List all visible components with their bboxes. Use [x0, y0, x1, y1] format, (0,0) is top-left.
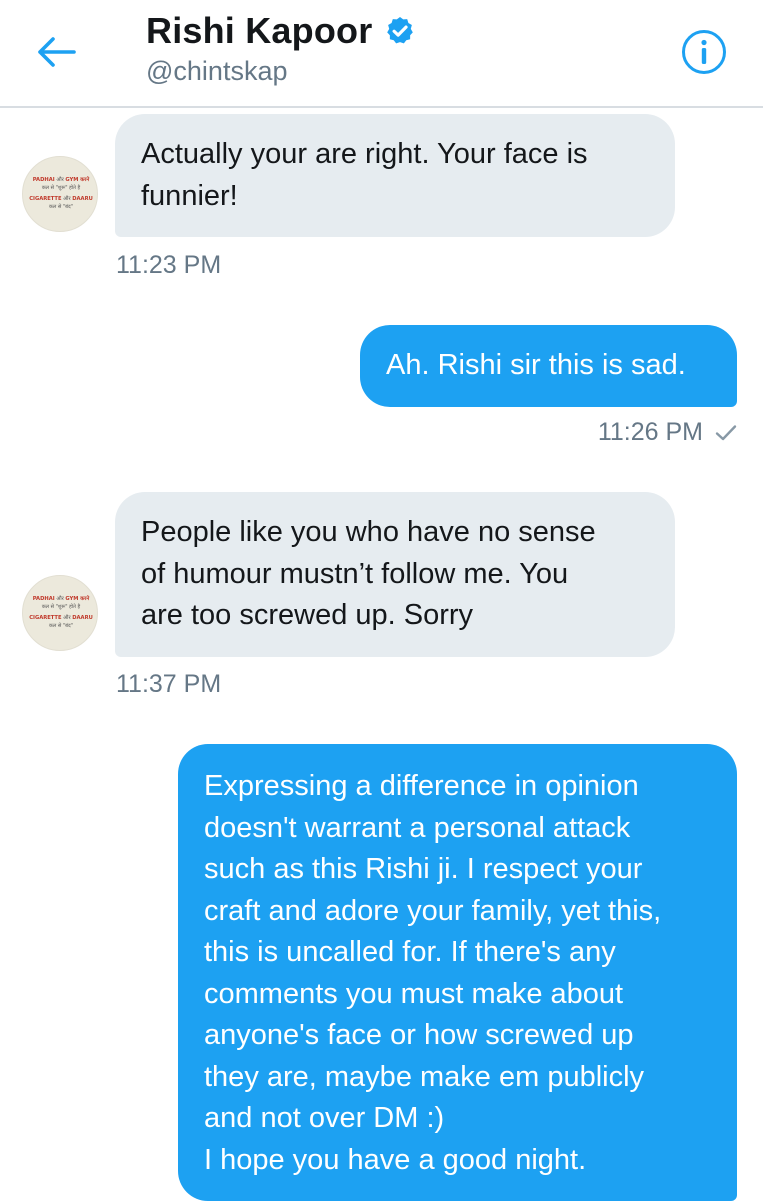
avatar-text: PADHAI — [33, 596, 55, 602]
avatar-text: और — [55, 595, 66, 602]
back-button[interactable] — [28, 24, 84, 80]
verified-badge-icon — [387, 17, 414, 44]
arrow-left-icon — [38, 37, 76, 67]
conversation-info-button[interactable] — [680, 28, 728, 76]
avatar-text: PADHAI — [33, 177, 55, 183]
conversation-title[interactable]: Rishi Kapoor @chintskap — [146, 10, 416, 87]
avatar-text: कल से "शुरू" होते है — [42, 184, 81, 191]
message-timestamp: 11:37 PM — [116, 670, 221, 699]
timestamp-text: 11:23 PM — [116, 251, 222, 279]
avatar-text: CIGARETTE — [29, 196, 62, 202]
conversation-header: Rishi Kapoor @chintskap — [0, 0, 763, 108]
sender-avatar[interactable]: PADHAI और GYM करने कल से "शुरू" होते है … — [22, 156, 98, 232]
avatar-text: कल से "बंद" — [49, 622, 73, 629]
message-text: Ah. Rishi sir this is sad. — [386, 349, 686, 381]
avatar-text: और — [62, 614, 73, 621]
avatar-text: GYM करने — [65, 595, 90, 602]
avatar-text: CIGARETTE — [29, 615, 62, 621]
sender-avatar[interactable]: PADHAI और GYM करने कल से "शुरू" होते है … — [22, 575, 98, 651]
avatar-text: GYM करने — [65, 176, 90, 183]
message-text: Expressing a difference in opinion doesn… — [204, 770, 662, 1176]
message-bubble-received[interactable]: Actually your are right. Your face is fu… — [115, 114, 675, 237]
contact-handle: @chintskap — [146, 56, 288, 86]
avatar-image: PADHAI और GYM करने कल से "शुरू" होते है … — [29, 176, 93, 210]
svg-text:PADHAI और GYM करने: PADHAI और GYM करने — [33, 595, 91, 602]
avatar-text: DAARU — [72, 615, 93, 621]
avatar-text: कल से "बंद" — [49, 203, 73, 210]
avatar-text: कल से "शुरू" होते है — [42, 603, 81, 610]
message-text: People like you who have no sense of hum… — [141, 516, 596, 631]
message-text: Actually your are right. Your face is fu… — [141, 138, 588, 212]
avatar-text: DAARU — [72, 196, 93, 202]
message-timestamp: 11:26 PM — [598, 418, 737, 447]
info-circle-icon — [682, 30, 726, 74]
contact-name: Rishi Kapoor — [146, 10, 373, 51]
sent-check-icon — [715, 424, 737, 442]
svg-text:CIGARETTE और DAARU: CIGARETTE और DAARU — [29, 614, 93, 621]
avatar-text: और — [55, 176, 66, 183]
timestamp-text: 11:26 PM — [597, 418, 703, 446]
avatar-image: PADHAI और GYM करने कल से "शुरू" होते है … — [29, 595, 93, 629]
timestamp-text: 11:37 PM — [116, 670, 222, 698]
message-bubble-received[interactable]: People like you who have no sense of hum… — [115, 492, 675, 657]
svg-text:PADHAI और GYM करने: PADHAI और GYM करने — [33, 176, 91, 183]
message-timestamp: 11:23 PM — [116, 251, 221, 280]
message-bubble-sent[interactable]: Expressing a difference in opinion doesn… — [178, 744, 737, 1201]
avatar-text: और — [62, 195, 73, 202]
message-bubble-sent[interactable]: Ah. Rishi sir this is sad. — [360, 325, 737, 407]
svg-text:CIGARETTE और DAARU: CIGARETTE और DAARU — [29, 195, 93, 202]
